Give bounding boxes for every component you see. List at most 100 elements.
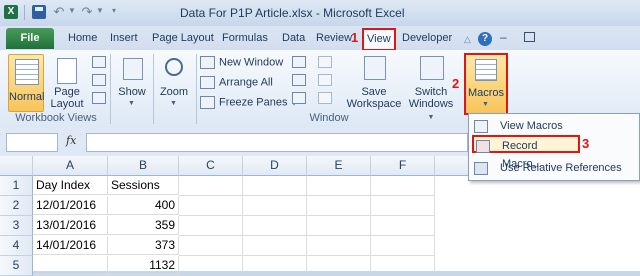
freeze-panes-label: Freeze Panes (219, 96, 288, 109)
reset-window-position-icon[interactable] (318, 92, 332, 104)
name-box[interactable] (6, 133, 58, 152)
full-screen-icon[interactable] (92, 92, 106, 104)
row-header[interactable]: 5 (0, 256, 33, 276)
switch-windows-icon (420, 56, 444, 80)
group-separator (110, 54, 111, 124)
excel-app-icon[interactable]: X (4, 5, 18, 19)
annotation-3: 3 (582, 136, 590, 151)
tab-insert[interactable]: Insert (110, 30, 138, 47)
save-workspace-button[interactable]: Save Workspace (344, 54, 404, 110)
tab-page-layout[interactable]: Page Layout (152, 30, 214, 47)
column-header[interactable]: B (108, 156, 179, 176)
tab-review[interactable]: Review (316, 30, 352, 47)
macros-label: Macros (467, 87, 505, 99)
page-layout-label-2: Layout (50, 98, 84, 110)
freeze-panes-button[interactable]: Freeze Panes ▼ (200, 96, 297, 109)
column-header[interactable]: C (179, 156, 243, 176)
arrange-all-icon (200, 76, 215, 89)
split-icon[interactable] (292, 56, 306, 68)
page-layout-label-1: Page (54, 86, 80, 98)
help-icon[interactable]: ? (478, 32, 492, 46)
group-label-workbook-views: Workbook Views (15, 112, 97, 124)
column-header[interactable]: A (33, 156, 108, 176)
select-all-corner[interactable] (0, 156, 33, 176)
column-header[interactable]: F (371, 156, 435, 176)
zoom-button[interactable]: Zoom ▼ (156, 54, 192, 110)
normal-view-icon (15, 59, 39, 85)
new-window-button[interactable]: New Window (200, 56, 283, 69)
cell-b2[interactable]: 400 (108, 196, 179, 215)
cell-b4[interactable]: 373 (108, 236, 179, 255)
macros-icon (475, 59, 497, 81)
use-relative-references-icon (474, 162, 488, 175)
empty-cells[interactable] (179, 176, 435, 271)
cell-b3[interactable]: 359 (108, 216, 179, 235)
restore-window-icon[interactable] (524, 32, 535, 42)
minimize-ribbon-icon[interactable]: △ (464, 34, 471, 45)
redo-icon[interactable]: ↷ (80, 5, 94, 19)
switch-windows-button[interactable]: Switch Windows ▼ (404, 54, 458, 121)
macros-button[interactable]: Macros ▼ (464, 53, 508, 115)
view-macros-icon (474, 120, 488, 133)
qat-divider (24, 5, 25, 20)
cell-a3[interactable]: 13/01/2016 (33, 216, 108, 235)
cell-a4[interactable]: 14/01/2016 (33, 236, 108, 255)
save-workspace-label-1: Save (361, 86, 387, 98)
cell-b5[interactable]: 1132 (108, 256, 179, 275)
undo-dropdown-icon[interactable]: ▼ (68, 6, 76, 15)
customize-qat-icon[interactable]: ▾ (112, 6, 116, 15)
view-side-by-side-icon[interactable] (318, 56, 332, 68)
formula-input[interactable] (86, 133, 468, 152)
column-header[interactable]: E (307, 156, 371, 176)
show-icon (123, 58, 143, 80)
cell-a2[interactable]: 12/01/2016 (33, 196, 108, 215)
cell-a1[interactable]: Day Index (33, 176, 108, 195)
tab-formulas[interactable]: Formulas (222, 30, 268, 47)
group-separator (196, 54, 197, 124)
show-button[interactable]: Show ▼ (114, 54, 150, 110)
row-header[interactable]: 4 (0, 236, 33, 256)
save-workspace-label-2: Workspace (346, 98, 402, 110)
synchronous-scrolling-icon[interactable] (318, 74, 332, 86)
tab-developer[interactable]: Developer (402, 30, 452, 47)
window-title: Data For P1P Article.xlsx - Microsoft Ex… (180, 6, 405, 20)
annotation-1: 1 (351, 30, 359, 45)
row-header[interactable]: 2 (0, 196, 33, 216)
tab-data[interactable]: Data (282, 30, 305, 47)
tab-file[interactable]: File (6, 28, 54, 49)
page-layout-view-button[interactable]: Page Layout (48, 54, 86, 110)
undo-icon[interactable]: ↶ (52, 5, 66, 19)
row-header[interactable]: 1 (0, 176, 33, 196)
redo-dropdown-icon[interactable]: ▼ (96, 6, 104, 15)
menu-item-record-macro[interactable]: Record Macro... (472, 135, 580, 170)
menu-item-view-macros[interactable]: View Macros (472, 117, 632, 135)
show-dropdown-icon: ▼ (128, 100, 135, 107)
freeze-panes-icon (200, 96, 215, 109)
arrange-all-label: Arrange All (219, 76, 273, 89)
normal-view-button[interactable]: Normal (8, 54, 44, 112)
arrange-all-button[interactable]: Arrange All (200, 76, 273, 89)
custom-views-icon[interactable] (92, 74, 106, 86)
zoom-label: Zoom (159, 86, 189, 98)
page-break-preview-icon[interactable] (92, 56, 106, 68)
column-header[interactable]: D (243, 156, 307, 176)
new-window-label: New Window (219, 56, 284, 69)
switch-windows-label-1: Switch (414, 86, 448, 98)
save-icon[interactable] (32, 5, 46, 19)
save-workspace-icon (364, 56, 386, 80)
normal-view-label: Normal (9, 91, 45, 103)
hide-icon[interactable] (292, 74, 306, 86)
macros-dropdown-icon: ▼ (482, 101, 489, 108)
cell-a5[interactable] (33, 256, 108, 275)
cell-b1[interactable]: Sessions (108, 176, 179, 195)
tab-home[interactable]: Home (68, 30, 97, 47)
show-label: Show (118, 86, 146, 98)
menu-item-use-relative-references[interactable]: Use Relative References (472, 159, 632, 177)
group-label-window: Window (309, 112, 349, 124)
row-header[interactable]: 3 (0, 216, 33, 236)
insert-function-icon[interactable]: fx (66, 134, 76, 147)
page-layout-icon (57, 58, 77, 84)
unhide-icon[interactable] (292, 92, 306, 104)
minimize-window-icon[interactable]: – (500, 30, 507, 44)
tab-view[interactable]: View (362, 28, 396, 51)
